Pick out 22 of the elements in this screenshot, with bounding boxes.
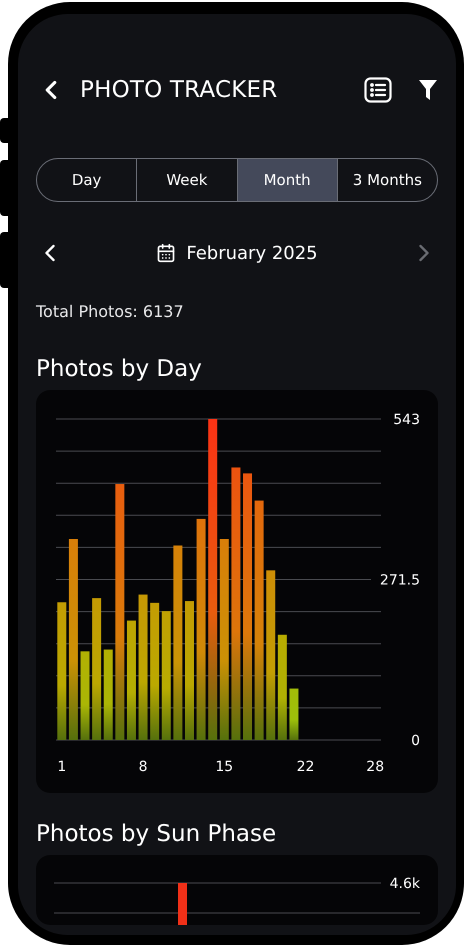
date-label: February 2025 (186, 242, 318, 264)
x-tick-label: 15 (215, 759, 234, 775)
calendar-icon (156, 243, 176, 263)
x-tick-label: 28 (366, 759, 384, 775)
x-tick-label: 22 (296, 759, 314, 775)
period-tab[interactable]: Month (236, 159, 337, 201)
list-icon[interactable] (364, 77, 392, 103)
bar (289, 688, 298, 740)
period-tab[interactable]: Day (37, 159, 136, 201)
filter-icon[interactable] (418, 79, 438, 101)
total-photos: Total Photos: 6137 (36, 302, 185, 321)
y-tick-label: 271.5 (380, 572, 420, 588)
period-tab[interactable]: 3 Months (336, 159, 437, 201)
y-tick-label: 4.6k (390, 876, 420, 892)
y-tick-label: 543 (393, 412, 420, 428)
section-title: Photos by Sun Phase (36, 821, 278, 847)
bar (178, 883, 187, 925)
x-tick-label: 1 (57, 759, 66, 775)
section-title: Photos by Day (36, 356, 203, 382)
x-tick-label: 8 (138, 759, 148, 775)
app-title: PHOTO TRACKER (80, 77, 278, 103)
y-tick-label: 0 (411, 733, 420, 749)
